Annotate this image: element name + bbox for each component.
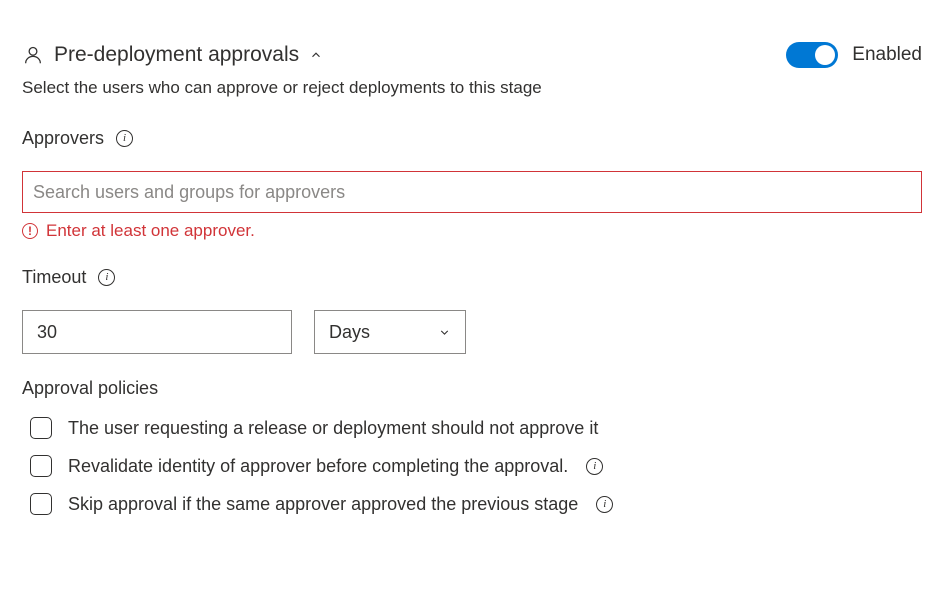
timeout-unit-dropdown[interactable]: Days: [314, 310, 466, 354]
policy-list: The user requesting a release or deploym…: [22, 417, 922, 515]
enabled-toggle-wrap: Enabled: [786, 42, 922, 68]
approvers-label: Approvers: [22, 128, 104, 149]
chevron-up-icon: [309, 48, 323, 62]
policy-text: The user requesting a release or deploym…: [68, 418, 598, 439]
policy-text: Revalidate identity of approver before c…: [68, 456, 568, 477]
timeout-row: Days: [22, 310, 922, 354]
toggle-label: Enabled: [852, 44, 922, 66]
policy-checkbox[interactable]: [30, 417, 52, 439]
timeout-value-input[interactable]: [22, 310, 292, 354]
info-icon[interactable]: i: [586, 458, 603, 475]
section-title: Pre-deployment approvals: [54, 43, 299, 67]
section-subtitle: Select the users who can approve or reje…: [22, 78, 922, 98]
timeout-label-row: Timeout i: [22, 267, 922, 288]
info-icon[interactable]: i: [596, 496, 613, 513]
policy-text: Skip approval if the same approver appro…: [68, 494, 578, 515]
approvers-error: ! Enter at least one approver.: [22, 221, 922, 241]
approvers-label-row: Approvers i: [22, 128, 922, 149]
policy-item: Skip approval if the same approver appro…: [22, 493, 922, 515]
enabled-toggle[interactable]: [786, 42, 838, 68]
header-left[interactable]: Pre-deployment approvals: [22, 43, 323, 67]
error-text: Enter at least one approver.: [46, 221, 255, 241]
error-icon: !: [22, 223, 38, 239]
policy-checkbox[interactable]: [30, 455, 52, 477]
timeout-label: Timeout: [22, 267, 86, 288]
approvers-search-input[interactable]: [22, 171, 922, 213]
policy-checkbox[interactable]: [30, 493, 52, 515]
toggle-knob: [815, 45, 835, 65]
policy-item: The user requesting a release or deploym…: [22, 417, 922, 439]
info-icon[interactable]: i: [98, 269, 115, 286]
chevron-down-icon: [438, 326, 451, 339]
section-header: Pre-deployment approvals Enabled: [22, 42, 922, 68]
policy-item: Revalidate identity of approver before c…: [22, 455, 922, 477]
info-icon[interactable]: i: [116, 130, 133, 147]
policies-label: Approval policies: [22, 378, 922, 399]
person-icon: [22, 44, 44, 66]
timeout-unit-value: Days: [329, 322, 370, 343]
